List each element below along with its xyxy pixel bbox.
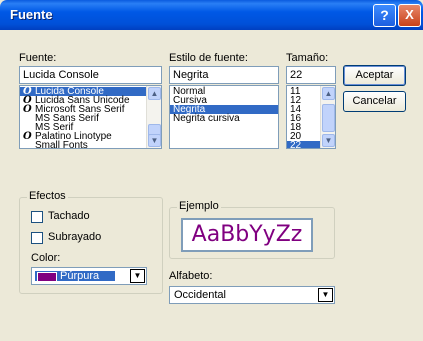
font-dialog: Fuente ? X Fuente: Lucida Console O Lucid… [0,0,423,341]
list-item-label: 22 [290,140,302,149]
list-item-label: Negrita cursiva [173,113,240,124]
color-swatch [37,272,57,282]
size-list-scrollbar[interactable]: ▲ ▼ [320,86,335,148]
ok-button[interactable]: Aceptar [343,65,406,86]
scroll-thumb[interactable] [322,104,335,132]
list-item[interactable]: Negrita cursiva [170,113,278,124]
list-item[interactable]: Small Fonts [20,141,161,149]
strikeout-label: Tachado [48,210,90,222]
scroll-up-icon[interactable]: ▲ [148,87,161,100]
script-label: Alfabeto: [169,270,213,282]
style-input[interactable]: Negrita [169,66,279,84]
scroll-down-icon[interactable]: ▼ [148,134,161,147]
color-label: Color: [31,252,61,264]
size-input[interactable]: 22 [286,66,336,84]
close-button[interactable]: X [398,4,421,27]
title-bar[interactable]: Fuente ? X [0,0,423,30]
style-label: Estilo de fuente: [169,52,248,64]
underline-checkbox[interactable] [31,232,43,244]
font-input[interactable]: Lucida Console [19,66,162,84]
size-label: Tamaño: [286,52,329,64]
cancel-button[interactable]: Cancelar [343,91,406,112]
font-list[interactable]: O Lucida Console O Lucida Sans Unicode O Micr… [19,85,162,149]
window-title: Fuente [10,7,53,22]
script-select[interactable]: Occidental ▼ [169,286,335,304]
opentype-icon: O [23,104,32,115]
color-value: Púrpura [60,270,100,282]
help-button[interactable]: ? [373,4,396,27]
scroll-down-icon[interactable]: ▼ [322,134,335,147]
strikeout-checkbox[interactable] [31,211,43,223]
close-icon: X [405,7,414,22]
color-select[interactable]: Púrpura ▼ [31,267,147,285]
style-list[interactable]: Normal Cursiva Negrita Negrita cursiva [169,85,279,149]
help-icon: ? [380,7,389,23]
sample-preview: AaBbYyZz [181,218,313,252]
font-label: Fuente: [19,52,57,64]
size-list[interactable]: 11 12 14 16 18 20 22 ▲ ▼ [286,85,336,149]
chevron-down-icon[interactable]: ▼ [318,288,333,302]
effects-label: Efectos [27,190,68,202]
chevron-down-icon[interactable]: ▼ [130,269,145,283]
list-item-label: Small Fonts [35,140,88,149]
opentype-icon: O [23,131,32,142]
script-value: Occidental [174,289,226,301]
scroll-up-icon[interactable]: ▲ [322,87,335,100]
underline-label: Subrayado [48,231,102,243]
sample-label: Ejemplo [177,200,221,212]
font-list-scrollbar[interactable]: ▲ ▼ [146,86,161,148]
